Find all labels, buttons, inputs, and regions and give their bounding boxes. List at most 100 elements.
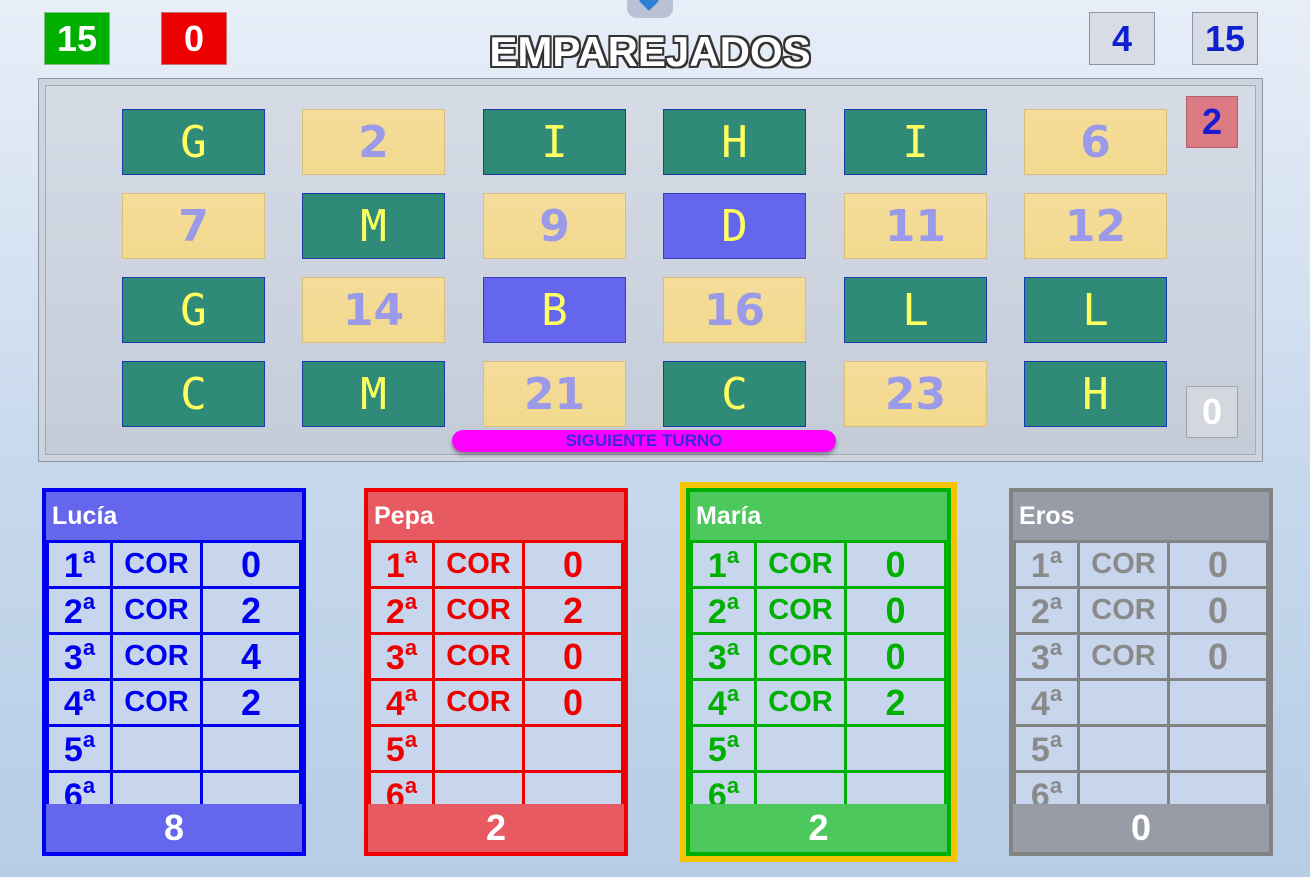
round-ordinal-suffix: a [1049, 773, 1063, 798]
player-total: 8 [46, 804, 302, 852]
round-number: 3a [1013, 632, 1080, 681]
round-cor: COR [432, 586, 525, 635]
round-ordinal-suffix: a [726, 681, 740, 706]
round-row: 5a [46, 724, 302, 773]
round-row: 5a [1013, 724, 1269, 773]
round-row: 1a COR 0 [690, 540, 947, 589]
round-points [844, 724, 947, 773]
tile-yellow[interactable]: 6 [1024, 109, 1167, 175]
round-points: 4 [200, 632, 302, 681]
round-number: 3a [46, 632, 113, 681]
round-row: 4a [1013, 678, 1269, 727]
tile-green[interactable]: C [663, 361, 806, 427]
round-points: 2 [522, 586, 624, 635]
round-cor: COR [432, 540, 525, 589]
player-name: Pepa [368, 492, 624, 540]
round-number-value: 4 [1030, 685, 1050, 723]
round-number-value: 3 [63, 639, 83, 677]
tile-green[interactable]: M [302, 361, 445, 427]
round-number-value: 1 [63, 547, 83, 585]
round-number: 2a [1013, 586, 1080, 635]
tile-blue[interactable]: B [483, 277, 626, 343]
player-card-eros: Eros 1a COR 0 2a COR 0 3a COR 0 4a 5a 6a 0 [1009, 488, 1273, 856]
round-row: 5a [690, 724, 947, 773]
round-number-value: 5 [385, 731, 405, 769]
round-row: 1a COR 0 [46, 540, 302, 589]
player-total: 2 [690, 804, 947, 852]
round-cor: COR [110, 586, 203, 635]
round-table: 1a COR 0 2a COR 2 3a COR 4 4a COR 2 5a 6a [46, 540, 302, 819]
game-title: EMPAREJADOS [489, 28, 811, 75]
round-points: 0 [200, 540, 302, 589]
tile-green[interactable]: G [122, 277, 265, 343]
round-number: 5a [46, 724, 113, 773]
round-number: 5a [1013, 724, 1080, 773]
tile-green[interactable]: H [1024, 361, 1167, 427]
round-points: 0 [522, 678, 624, 727]
round-row: 3a COR 0 [690, 632, 947, 681]
tile-green[interactable]: G [122, 109, 265, 175]
round-ordinal-suffix: a [82, 635, 96, 660]
round-table: 1a COR 0 2a COR 2 3a COR 0 4a COR 0 5a 6a [368, 540, 624, 819]
tile-green[interactable]: H [663, 109, 806, 175]
round-ordinal-suffix: a [726, 727, 740, 752]
tile-green[interactable]: C [122, 361, 265, 427]
round-ordinal-suffix: a [726, 543, 740, 568]
round-points: 0 [844, 540, 947, 589]
round-ordinal-suffix: a [82, 543, 96, 568]
tile-green[interactable]: M [302, 193, 445, 259]
round-number-value: 2 [707, 593, 727, 631]
tile-yellow[interactable]: 7 [122, 193, 265, 259]
round-ordinal-suffix: a [404, 773, 418, 798]
round-row: 1a COR 0 [368, 540, 624, 589]
player-total: 2 [368, 804, 624, 852]
round-points: 2 [844, 678, 947, 727]
tile-green[interactable]: I [844, 109, 987, 175]
pairs-counter: 2 [1186, 96, 1238, 148]
tile-blue[interactable]: D [663, 193, 806, 259]
tile-yellow[interactable]: 16 [663, 277, 806, 343]
tile-yellow[interactable]: 21 [483, 361, 626, 427]
round-number: 4a [1013, 678, 1080, 727]
player-name: María [690, 492, 947, 540]
round-ordinal-suffix: a [726, 773, 740, 798]
player-name: Lucía [46, 492, 302, 540]
round-ordinal-suffix: a [404, 635, 418, 660]
round-ordinal-suffix: a [82, 589, 96, 614]
round-cor: COR [754, 586, 847, 635]
tile-green[interactable]: L [1024, 277, 1167, 343]
round-ordinal-suffix: a [82, 773, 96, 798]
tile-yellow[interactable]: 2 [302, 109, 445, 175]
tile-yellow[interactable]: 9 [483, 193, 626, 259]
player-name: Eros [1013, 492, 1269, 540]
round-number-value: 1 [707, 547, 727, 585]
round-counter: 4 [1089, 12, 1155, 65]
round-number-value: 3 [1030, 639, 1050, 677]
round-number: 4a [690, 678, 757, 727]
round-cor: COR [1077, 540, 1170, 589]
round-table: 1a COR 0 2a COR 0 3a COR 0 4a COR 2 5a 6a [690, 540, 947, 819]
round-cor: COR [754, 540, 847, 589]
tile-yellow[interactable]: 14 [302, 277, 445, 343]
round-points: 0 [1167, 586, 1269, 635]
round-ordinal-suffix: a [1049, 589, 1063, 614]
round-row: 2a COR 0 [1013, 586, 1269, 635]
round-ordinal-suffix: a [82, 727, 96, 752]
gem-icon[interactable] [627, 0, 673, 18]
round-points [200, 724, 302, 773]
round-row: 4a COR 0 [368, 678, 624, 727]
tile-yellow[interactable]: 23 [844, 361, 987, 427]
tile-green[interactable]: I [483, 109, 626, 175]
round-number: 3a [690, 632, 757, 681]
next-turn-button[interactable]: SIGUIENTE TURNO [452, 430, 836, 452]
round-cor: COR [1077, 586, 1170, 635]
tile-green[interactable]: L [844, 277, 987, 343]
round-cor: COR [432, 678, 525, 727]
tile-yellow[interactable]: 11 [844, 193, 987, 259]
round-number-value: 2 [63, 593, 83, 631]
tile-yellow[interactable]: 12 [1024, 193, 1167, 259]
round-number-value: 3 [707, 639, 727, 677]
round-number: 5a [368, 724, 435, 773]
round-number-value: 1 [1030, 547, 1050, 585]
round-number-value: 2 [385, 593, 405, 631]
